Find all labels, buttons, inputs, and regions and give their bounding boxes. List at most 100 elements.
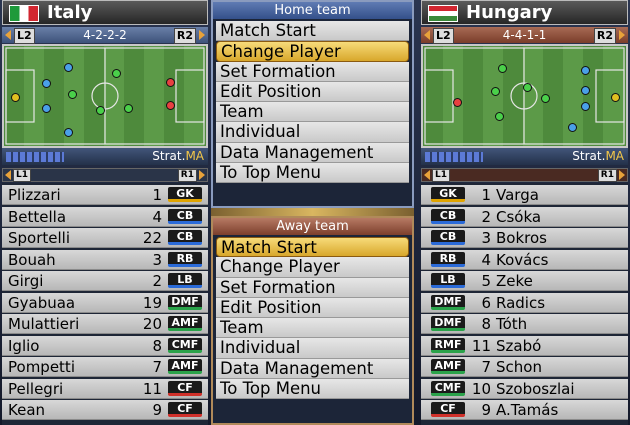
prev-formation-arrow-icon[interactable] — [424, 30, 430, 40]
home-formation-bar[interactable]: L2 4-2-2-2 R2 — [2, 27, 208, 44]
player-name: Kovács — [496, 250, 549, 269]
player-name: Girgi — [8, 272, 44, 290]
menu-item-to-top-menu[interactable]: To Top Menu — [216, 379, 409, 400]
strategy-value: MA — [605, 149, 624, 163]
player-marker — [68, 90, 77, 99]
menu-item-change-player[interactable]: Change Player — [216, 41, 409, 62]
player-marker — [568, 123, 577, 132]
next-page-arrow-icon[interactable] — [619, 170, 625, 180]
roster-row[interactable]: Csóka 2 CB — [421, 206, 628, 227]
roster-row[interactable]: Radics 6 DMF — [421, 292, 628, 313]
next-formation-arrow-icon[interactable] — [619, 30, 625, 40]
strategy-label: Strat. — [152, 149, 186, 163]
player-marker — [581, 66, 590, 75]
home-strategy-bar[interactable]: Strat.MA — [2, 148, 208, 165]
away-l1-tag: L1 — [432, 169, 450, 182]
player-marker — [541, 94, 550, 103]
menu-item-to-top-menu[interactable]: To Top Menu — [216, 163, 409, 184]
roster-row[interactable]: Szoboszlai 10 CMF — [421, 378, 628, 399]
pitch-lines — [424, 47, 625, 145]
roster-row[interactable]: Tóth 8 DMF — [421, 314, 628, 334]
roster-row[interactable]: A.Tamás 9 CF — [421, 400, 628, 420]
menu-item-set-formation[interactable]: Set Formation — [216, 277, 409, 298]
menu-item-edit-position[interactable]: Edit Position — [216, 81, 409, 103]
roster-row[interactable]: Gyabuaa 19 DMF — [2, 292, 208, 313]
roster-row[interactable]: Kean 9 CF — [2, 400, 208, 420]
player-name: Pellegri — [8, 379, 64, 398]
menu-item-individual[interactable]: Individual — [216, 338, 409, 359]
home-team-column: Italy L2 4-2-2-2 R2 Strat.MA L1 R1 Plizz… — [2, 0, 208, 425]
roster-row[interactable]: Girgi 2 LB — [2, 271, 208, 291]
strategy-label: Strat. — [572, 149, 606, 163]
home-list-nav-bar[interactable]: L1 R1 — [2, 168, 208, 182]
prev-page-arrow-icon[interactable] — [424, 170, 430, 180]
player-name: Radics — [496, 293, 546, 312]
away-strategy: Strat.MA — [572, 148, 624, 165]
roster-row[interactable]: Bettella 4 CB — [2, 206, 208, 227]
away-strategy-bar[interactable]: Strat.MA — [421, 148, 628, 165]
menu-item-edit-position[interactable]: Edit Position — [216, 297, 409, 319]
roster-row[interactable]: Sportelli 22 CB — [2, 228, 208, 248]
roster-row[interactable]: Mulattieri 20 AMF — [2, 314, 208, 334]
home-formation: 4-2-2-2 — [83, 28, 127, 42]
menu-item-data-management[interactable]: Data Management — [216, 142, 409, 164]
prev-page-arrow-icon[interactable] — [5, 170, 11, 180]
roster-row[interactable]: Zeke 5 LB — [421, 271, 628, 291]
next-page-arrow-icon[interactable] — [199, 170, 205, 180]
player-name: Sportelli — [8, 229, 70, 247]
position-badge: CB — [168, 208, 202, 224]
away-formation-pitch[interactable] — [421, 44, 628, 148]
away-r2-tag: R2 — [593, 28, 616, 44]
away-team-name: Hungary — [466, 2, 553, 23]
away-formation-bar[interactable]: L2 4-4-1-1 R2 — [421, 27, 628, 44]
roster-row[interactable]: Schon 7 AMF — [421, 357, 628, 377]
position-badge: CF — [168, 380, 202, 396]
player-marker — [581, 86, 590, 95]
roster-row[interactable]: Iglio 8 CMF — [2, 335, 208, 356]
menu-item-team[interactable]: Team — [216, 318, 409, 339]
roster-row[interactable]: Pellegri 11 CF — [2, 378, 208, 399]
position-badge: CB — [431, 208, 465, 224]
away-team-column: Hungary L2 4-4-1-1 R2 Strat.MA L1 R1 Var… — [421, 0, 628, 425]
menu-item-set-formation[interactable]: Set Formation — [216, 61, 409, 82]
roster-row[interactable]: Bokros 3 CB — [421, 228, 628, 248]
position-badge: RMF — [431, 337, 465, 353]
position-badge: DMF — [168, 294, 202, 310]
home-formation-pitch[interactable] — [2, 44, 208, 148]
menu-item-match-start[interactable]: Match Start — [216, 21, 409, 42]
player-marker — [495, 112, 504, 121]
strategy-value: MA — [185, 149, 204, 163]
menu-item-individual[interactable]: Individual — [216, 122, 409, 143]
player-marker — [491, 87, 500, 96]
player-name: Csóka — [496, 207, 542, 226]
player-number: 2 — [152, 272, 162, 290]
roster-row[interactable]: Plizzari 1 GK — [2, 185, 208, 205]
away-list-nav-bar[interactable]: L1 R1 — [421, 168, 628, 182]
away-roster: Varga 1 GK Csóka 2 CB Bokros 3 CB Kovács 4 RB Zeke 5 L… — [421, 183, 628, 425]
player-name: Iglio — [8, 336, 40, 355]
roster-row[interactable]: Pompetti 7 AMF — [2, 357, 208, 377]
home-l1-tag: L1 — [13, 169, 31, 182]
player-name: Schon — [496, 358, 542, 376]
menu-item-data-management[interactable]: Data Management — [216, 358, 409, 380]
away-team-menu-panel: Away team Match Start Change Player Set Fo… — [211, 216, 414, 425]
menu-item-change-player[interactable]: Change Player — [216, 257, 409, 278]
home-menu-title: Home team — [213, 2, 412, 19]
roster-row[interactable]: Varga 1 GK — [421, 185, 628, 205]
roster-row[interactable]: Szabó 11 RMF — [421, 335, 628, 356]
player-number: 1 — [481, 186, 491, 204]
pitch-lines — [5, 47, 205, 145]
position-badge: RB — [431, 251, 465, 267]
home-team-header: Italy — [2, 0, 208, 25]
italy-flag-icon — [9, 5, 39, 22]
player-number: 4 — [152, 207, 162, 226]
roster-row[interactable]: Bouah 3 RB — [2, 249, 208, 270]
menu-item-team[interactable]: Team — [216, 102, 409, 123]
prev-formation-arrow-icon[interactable] — [5, 30, 11, 40]
next-formation-arrow-icon[interactable] — [199, 30, 205, 40]
menu-item-match-start[interactable]: Match Start — [216, 237, 409, 258]
roster-row[interactable]: Kovács 4 RB — [421, 249, 628, 270]
player-number: 10 — [471, 379, 491, 398]
player-name: Plizzari — [8, 186, 61, 204]
position-badge: LB — [431, 273, 465, 288]
